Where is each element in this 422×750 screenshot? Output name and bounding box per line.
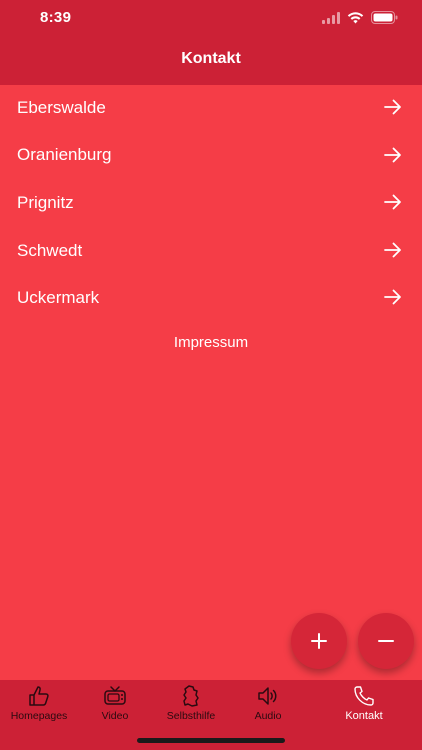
tab-audio[interactable]: Audio <box>228 684 308 722</box>
tab-label: Video <box>101 710 129 722</box>
tab-selbsthilfe[interactable]: Selbsthilfe <box>151 684 231 722</box>
list-item-oranienburg[interactable]: Oranienburg <box>0 132 422 180</box>
home-indicator[interactable] <box>137 738 285 743</box>
list-item-label: Prignitz <box>17 192 74 212</box>
list-item-eberswalde[interactable]: Eberswalde <box>0 84 422 132</box>
thumbs-up-icon <box>29 686 49 706</box>
impressum-link[interactable]: Impressum <box>0 334 422 351</box>
status-bar: 8:39 <box>0 0 422 40</box>
phone-icon <box>354 686 374 706</box>
tab-label: Homepages <box>10 710 68 722</box>
page-title: Kontakt <box>181 50 241 67</box>
wifi-icon <box>347 11 364 29</box>
arrow-right-icon <box>384 99 401 115</box>
list-item-schwedt[interactable]: Schwedt <box>0 227 422 275</box>
tab-label: Kontakt <box>345 710 383 722</box>
list-item-label: Eberswalde <box>17 97 106 117</box>
map-icon <box>183 685 199 707</box>
arrow-right-icon <box>384 242 401 258</box>
arrow-right-icon <box>384 289 401 305</box>
status-icons <box>322 11 398 29</box>
tab-homepages[interactable]: Homepages <box>0 684 79 722</box>
tab-kontakt[interactable]: Kontakt <box>324 684 404 722</box>
minus-icon <box>378 640 394 642</box>
status-time: 8:39 <box>40 9 72 26</box>
arrow-right-icon <box>384 194 401 210</box>
header-bar: 8:39 Kontakt <box>0 0 422 85</box>
list-item-uckermark[interactable]: Uckermark <box>0 274 422 322</box>
signal-icon <box>322 11 340 29</box>
tab-video[interactable]: Video <box>75 684 155 722</box>
tab-label: Audio <box>254 710 282 722</box>
location-list: Eberswalde Oranienburg Prignitz Schwedt … <box>0 84 422 322</box>
arrow-right-icon <box>384 147 401 162</box>
decrease-font-button[interactable] <box>358 613 414 669</box>
plus-icon <box>311 633 327 649</box>
list-item-label: Schwedt <box>17 240 83 260</box>
list-item-prignitz[interactable]: Prignitz <box>0 179 422 227</box>
speaker-icon <box>258 687 277 705</box>
tv-icon <box>104 686 126 705</box>
increase-font-button[interactable] <box>291 613 347 669</box>
battery-icon <box>371 11 398 29</box>
list-item-label: Uckermark <box>17 288 100 308</box>
list-item-label: Oranienburg <box>17 145 112 165</box>
tab-label: Selbsthilfe <box>166 710 216 722</box>
